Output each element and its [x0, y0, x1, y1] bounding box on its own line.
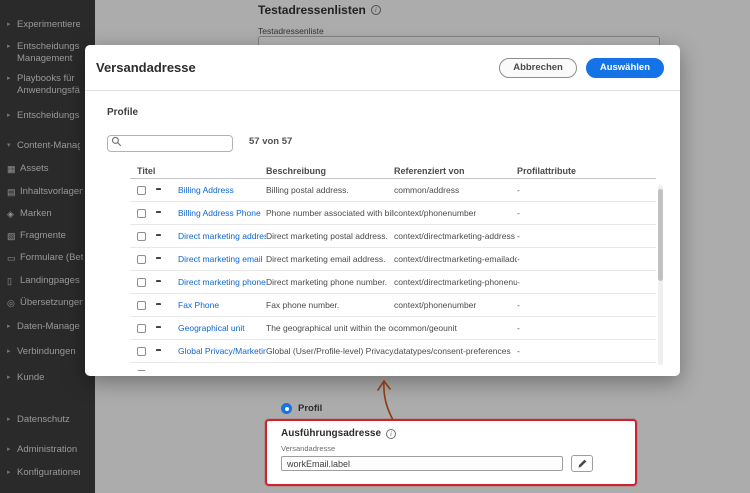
row-description: Global (User/Profile-level) Privacy/Pr: [266, 346, 394, 356]
search-row: 57 von 57: [107, 133, 293, 152]
table-row[interactable]: Global Privacy/Marketing Profi Global (U…: [130, 340, 656, 363]
row-referenced-by: context/phonenumber: [394, 300, 477, 310]
row-referenced-by: context/phonenumber: [394, 208, 477, 218]
row-title-link[interactable]: Direct marketing email: [178, 254, 263, 264]
column-header-beschreibung: Beschreibung: [266, 165, 327, 176]
row-description: Direct marketing postal address.: [266, 231, 388, 241]
row-description: Direct marketing email address.: [266, 254, 386, 264]
dialog-header: Versandadresse Abbrechen Auswählen: [85, 45, 680, 91]
table-row[interactable]: Fax Phone Fax phone number. context/phon…: [130, 294, 656, 317]
edit-button[interactable]: [571, 455, 593, 472]
row-description: Billing postal address.: [266, 185, 349, 195]
table-row[interactable]: Direct marketing address Direct marketin…: [130, 225, 656, 248]
cancel-button[interactable]: Abbrechen: [499, 57, 577, 78]
search-icon: [111, 136, 122, 147]
column-header-profilattribute: Profilattribute: [517, 165, 577, 176]
row-referenced-by: context/directmarketing-emailaddre: [394, 254, 517, 264]
table-row[interactable]: Direct marketing phone Direct marketing …: [130, 271, 656, 294]
scrollbar-thumb[interactable]: [658, 189, 663, 281]
row-referenced-by: context/directmarketing-phonenum: [394, 277, 517, 287]
row-profile-attributes: -: [517, 231, 520, 241]
row-profile-attributes: -: [517, 208, 520, 218]
row-title-link[interactable]: Billing Address: [178, 185, 234, 195]
profiles-table: Titel Beschreibung Referenziert von Prof…: [130, 163, 656, 371]
profil-radio-row[interactable]: Profil: [281, 403, 322, 414]
row-title-link[interactable]: Fax Phone: [178, 300, 219, 310]
row-title-link[interactable]: Direct marketing address: [178, 231, 266, 241]
dialog-title: Versandadresse: [96, 60, 196, 75]
search-box: [107, 133, 233, 152]
row-profile-attributes: -: [517, 346, 520, 356]
ausfuehrungsadresse-title: Ausführungsadresse: [281, 428, 382, 439]
confirm-button[interactable]: Auswählen: [585, 57, 664, 78]
row-title-link[interactable]: Direct marketing phone: [178, 277, 266, 287]
ausfuehrungsadresse-box: Ausführungsadresse i Versandadresse: [265, 419, 637, 486]
versandadresse-field-label: Versandadresse: [281, 444, 336, 453]
table-scrollbar[interactable]: [658, 185, 663, 365]
row-checkbox[interactable]: [137, 185, 146, 195]
row-referenced-by: datatypes/consent-preferences: [394, 346, 511, 356]
row-profile-attributes: -: [517, 323, 520, 333]
row-description: Phone number associated with billin: [266, 208, 394, 218]
versandadresse-input[interactable]: [281, 456, 563, 471]
profil-radio[interactable]: [281, 403, 292, 414]
row-profile-attributes: -: [517, 300, 520, 310]
row-description: The geographical unit within the org: [266, 323, 394, 333]
screen: ▸ Experimentieren ▸ Entscheidungs-Manage…: [0, 0, 750, 493]
column-header-titel: Titel: [137, 165, 156, 176]
table-row[interactable]: Direct marketing email Direct marketing …: [130, 248, 656, 271]
row-profile-attributes: -: [517, 185, 520, 195]
versandadresse-dialog: Versandadresse Abbrechen Auswählen Profi…: [85, 45, 680, 376]
row-title-link[interactable]: Billing Address Phone: [178, 208, 261, 218]
row-description: Direct marketing phone number.: [266, 277, 387, 287]
profile-section-label: Profile: [107, 107, 139, 118]
column-header-referenziert-von: Referenziert von: [394, 165, 465, 176]
row-checkbox[interactable]: [137, 369, 146, 371]
row-description: Fax phone number.: [266, 300, 340, 310]
row-referenced-by: common/geounit: [394, 323, 457, 333]
table-row-partial[interactable]: [130, 363, 656, 371]
search-input[interactable]: [107, 134, 233, 152]
row-profile-attributes: -: [517, 254, 520, 264]
row-profile-attributes: -: [517, 277, 520, 287]
profil-radio-label: Profil: [298, 403, 323, 414]
row-title-link[interactable]: Geographical unit: [178, 323, 245, 333]
table-row[interactable]: Billing Address Phone Phone number assoc…: [130, 202, 656, 225]
row-checkbox[interactable]: [137, 277, 146, 287]
row-title-link[interactable]: Global Privacy/Marketing Profi: [178, 346, 266, 356]
row-checkbox[interactable]: [137, 300, 146, 310]
row-checkbox[interactable]: [137, 323, 146, 333]
table-row[interactable]: Geographical unit The geographical unit …: [130, 317, 656, 340]
row-referenced-by: common/address: [394, 185, 460, 195]
row-checkbox[interactable]: [137, 208, 146, 218]
table-header-row: Titel Beschreibung Referenziert von Prof…: [130, 163, 656, 179]
row-referenced-by: context/directmarketing-address: [394, 231, 515, 241]
row-checkbox[interactable]: [137, 231, 146, 241]
table-row[interactable]: Billing Address Billing postal address. …: [130, 179, 656, 202]
info-icon: i: [386, 428, 397, 439]
row-checkbox[interactable]: [137, 254, 146, 264]
result-count: 57 von 57: [249, 136, 293, 147]
pencil-icon: [577, 459, 586, 468]
row-checkbox[interactable]: [137, 346, 146, 356]
